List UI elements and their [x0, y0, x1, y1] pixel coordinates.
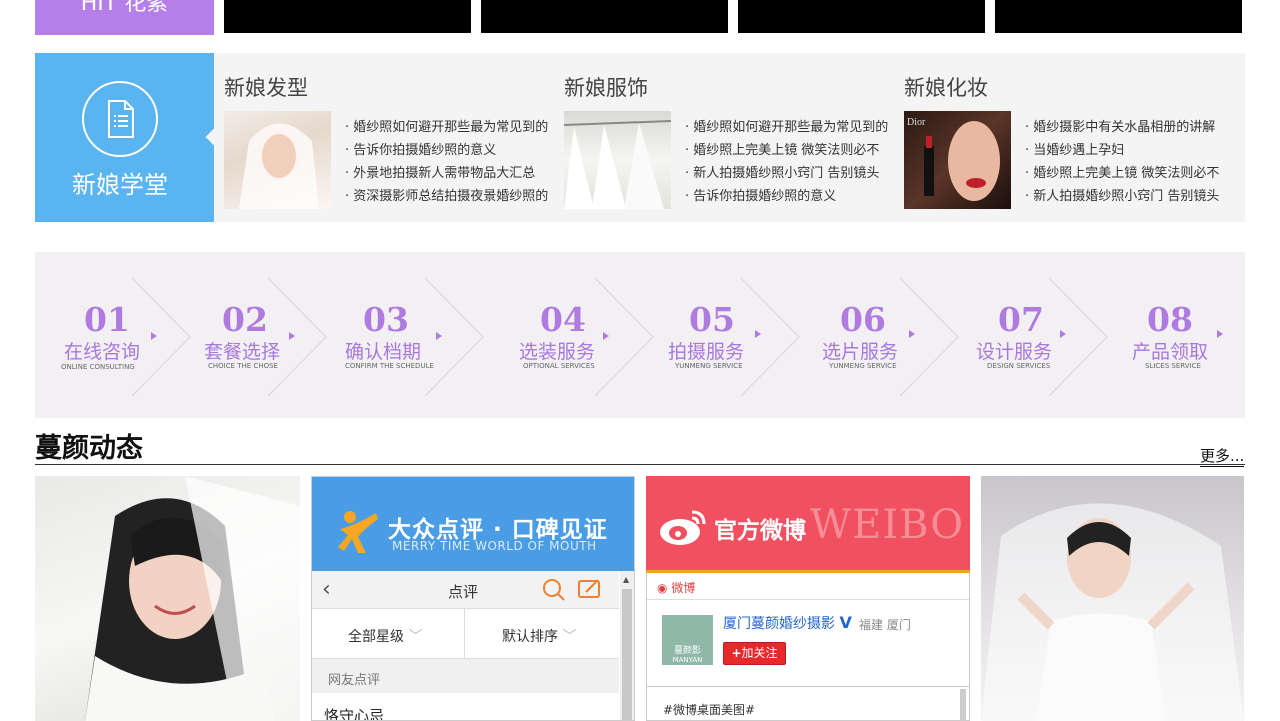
top-video-tile-3[interactable] [738, 0, 985, 33]
account-avatar[interactable]: 蔓颜影 MANYAN [662, 615, 713, 665]
weibo-title: 官方微博 [714, 518, 806, 544]
list-item[interactable]: · 外景地拍摄新人需带物品大汇总 [345, 162, 550, 185]
list-item[interactable]: · 婚纱照如何避开那些最为常见到的 [685, 116, 890, 139]
top-purple-tile[interactable]: HIT 花絮 [35, 0, 214, 35]
arrow-right-icon [909, 330, 915, 338]
account-location: 福建 厦门 [859, 618, 911, 632]
divider [647, 686, 969, 687]
bride-school-side: 新娘学堂 [35, 53, 223, 222]
weibo-watermark: WEIBO [810, 502, 965, 548]
svg-text:Dior: Dior [907, 117, 926, 128]
dress-thumbnail[interactable] [564, 111, 671, 209]
arrow-right-icon [151, 332, 157, 340]
list-item[interactable]: · 婚纱照如何避开那些最为常见到的 [345, 116, 550, 139]
list-item[interactable]: · 资深摄影师总结拍摄夜景婚纱照的 [345, 185, 550, 208]
weibo-logo-icon [660, 510, 706, 545]
hair-thumbnail[interactable] [224, 111, 331, 209]
makeup-link-list: · 婚纱摄影中有关水晶相册的讲解 · 当婚纱遇上孕妇 · 婚纱照上完美上镜 微笑… [1025, 116, 1230, 208]
column-title-dress[interactable]: 新娘服饰 [564, 72, 648, 102]
bride-school-title: 新娘学堂 [72, 171, 168, 199]
list-item[interactable]: · 告诉你拍摄婚纱照的意义 [345, 139, 550, 162]
filter-stars[interactable]: 全部星级 ﹀ [312, 609, 465, 659]
divider [647, 599, 969, 600]
list-item[interactable]: · 当婚纱遇上孕妇 [1025, 139, 1230, 162]
makeup-thumbnail[interactable]: Dior [904, 111, 1011, 209]
bride-photo-right[interactable] [981, 476, 1244, 721]
follow-button[interactable]: +加关注 [723, 642, 786, 665]
list-item[interactable]: · 婚纱照上完美上镜 微笑法则必不 [685, 139, 890, 162]
step-1[interactable]: 01 在线咨询 ONLINE CONSULTING [57, 252, 207, 418]
top-video-tile-1[interactable] [224, 0, 471, 33]
arrow-right-icon [436, 332, 442, 340]
dianping-toolbar: ‹ 点评 [312, 571, 619, 609]
weibo-body: ◉ 微博 蔓颜影 MANYAN 厦门蔓颜婚纱摄影 V 福建 厦门 +加关注 #微… [646, 573, 970, 721]
dress-link-list: · 婚纱照如何避开那些最为常见到的 · 婚纱照上完美上镜 微笑法则必不 · 新人… [685, 116, 890, 208]
top-video-tile-2[interactable] [481, 0, 728, 33]
edit-icon[interactable] [576, 576, 604, 604]
step-7[interactable]: 07 设计服务 DESIGN SERVICES [973, 252, 1123, 418]
top-video-tile-4[interactable] [995, 0, 1242, 33]
verified-icon: V [839, 613, 852, 632]
weibo-bar-label: ◉ 微博 [657, 581, 696, 595]
step-2[interactable]: 02 套餐选择 CHOICE THE CHOSE [200, 252, 350, 418]
process-steps: 01 在线咨询 ONLINE CONSULTING 02 套餐选择 CHOICE… [35, 252, 1245, 418]
arrow-right-icon [755, 330, 761, 338]
chevron-down-icon: ﹀ [562, 629, 577, 645]
dianping-widget: 大众点评 · 口碑见证 MERRY TIME WORLD OF MOUTH ‹ … [311, 476, 635, 721]
list-item[interactable]: · 新人拍摄婚纱照小窍门 告别镜头 [685, 162, 890, 185]
scrollbar-thumb[interactable] [622, 589, 632, 720]
review-user[interactable]: 恪守心忌 [324, 705, 384, 720]
weibo-small-icon: ◉ [657, 581, 668, 595]
dianping-subtitle: MERRY TIME WORLD OF MOUTH [392, 539, 597, 553]
dianping-header: 大众点评 · 口碑见证 MERRY TIME WORLD OF MOUTH [312, 477, 634, 571]
list-item[interactable]: · 婚纱摄影中有关水晶相册的讲解 [1025, 116, 1230, 139]
scrollbar[interactable]: ▲ [620, 571, 634, 720]
dianping-filters: 全部星级 ﹀ 默认排序 ﹀ [312, 609, 619, 659]
arrow-right-icon [603, 332, 609, 340]
toolbar-title: 点评 [448, 583, 479, 601]
list-item[interactable]: · 告诉你拍摄婚纱照的意义 [685, 185, 890, 208]
section-divider [35, 464, 1245, 465]
dianping-logo-icon [338, 511, 378, 553]
list-item[interactable]: · 新人拍摄婚纱照小窍门 告别镜头 [1025, 185, 1230, 208]
step-4[interactable]: 04 选装服务 OPTIONAL SERVICES [515, 252, 665, 418]
hair-link-list: · 婚纱照如何避开那些最为常见到的 · 告诉你拍摄婚纱照的意义 · 外景地拍摄新… [345, 116, 550, 208]
weibo-post[interactable]: #微博桌面美图# [663, 701, 755, 718]
step-8[interactable]: 08 产品领取 SLICES SERVICE [1128, 252, 1278, 418]
reviews-section-label: 网友点评 [312, 659, 619, 693]
chevron-down-icon: ﹀ [408, 629, 423, 645]
weibo-header: 官方微博 WEIBO [646, 476, 970, 570]
account-name[interactable]: 厦门蔓颜婚纱摄影 V [723, 613, 852, 633]
arrow-right-icon [1060, 330, 1066, 338]
column-title-hair[interactable]: 新娘发型 [224, 72, 308, 102]
arrow-right-icon [289, 332, 295, 340]
back-arrow-icon[interactable]: ‹ [322, 577, 331, 602]
bride-photo-left[interactable] [35, 476, 300, 721]
step-3[interactable]: 03 确认档期 CONFIRM THE SCHEDULE [340, 252, 490, 418]
filter-sort[interactable]: 默认排序 ﹀ [466, 609, 619, 659]
arrow-right-icon [1217, 330, 1223, 338]
scrollbar[interactable] [960, 689, 966, 721]
scroll-up-icon[interactable]: ▲ [623, 575, 629, 584]
step-6[interactable]: 06 选片服务 YUNMENG SERVICE [818, 252, 968, 418]
weibo-widget: 官方微博 WEIBO ◉ 微博 蔓颜影 MANYAN 厦门蔓颜婚纱摄影 V 福建… [646, 476, 970, 721]
list-item[interactable]: · 婚纱照上完美上镜 微笑法则必不 [1025, 162, 1230, 185]
document-icon [82, 81, 158, 157]
plus-icon: + [731, 646, 742, 660]
column-title-makeup[interactable]: 新娘化妆 [904, 72, 988, 102]
step-5[interactable]: 05 拍摄服务 YUNMENG SERVICE [663, 252, 813, 418]
search-icon[interactable] [540, 576, 568, 604]
news-section-title: 蔓颜动态 [35, 433, 143, 464]
